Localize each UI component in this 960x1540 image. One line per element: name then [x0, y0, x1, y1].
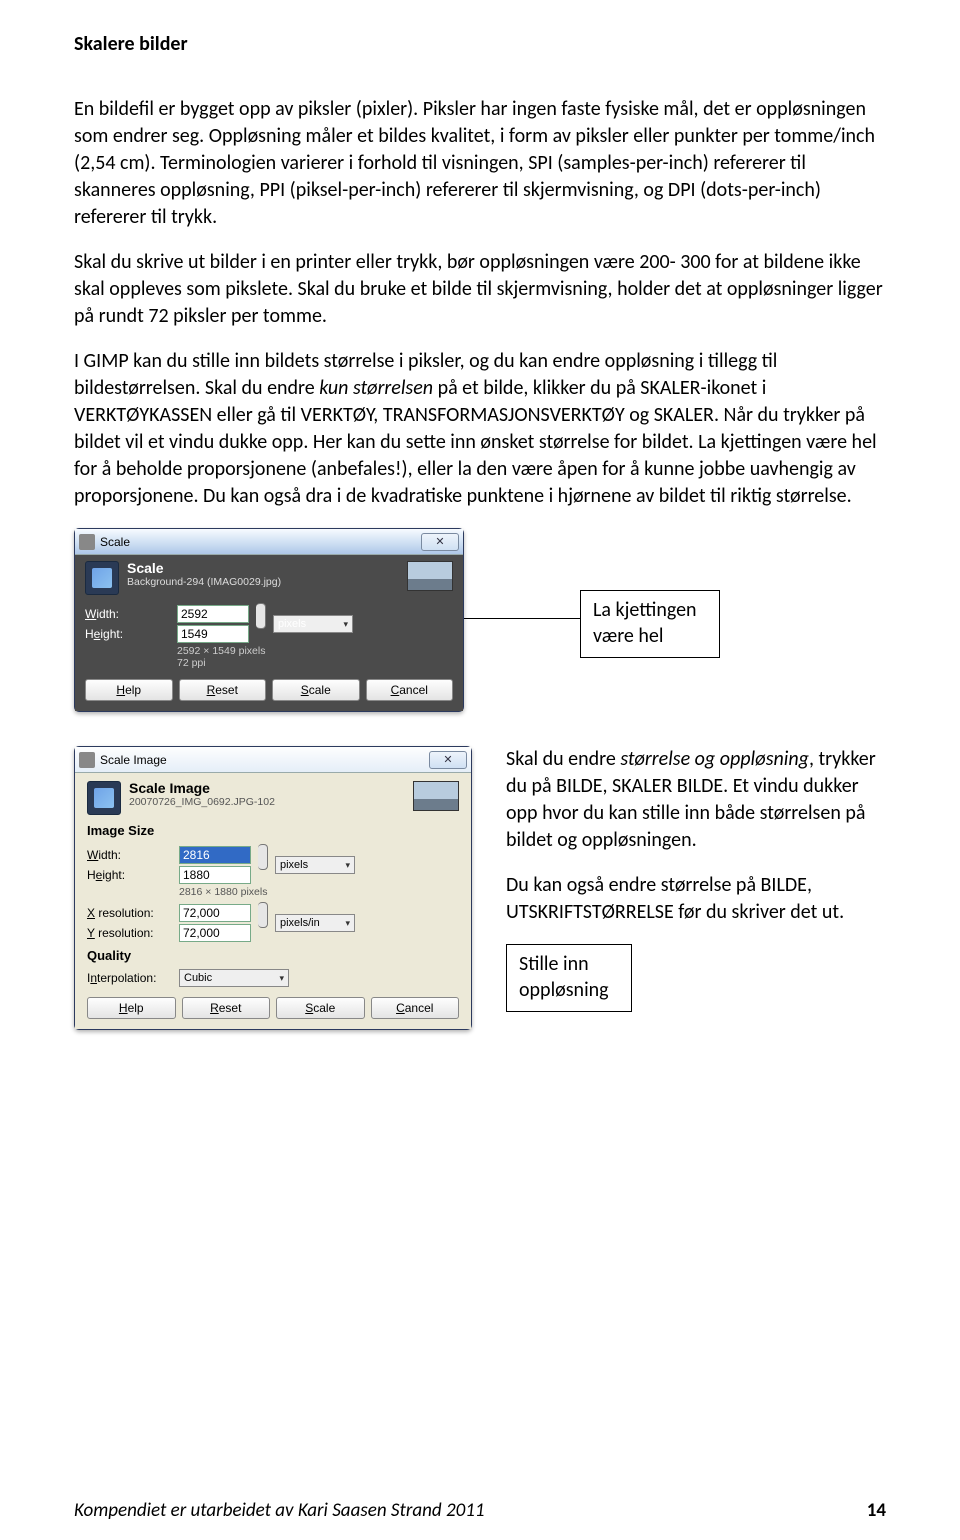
window-title: Scale Image	[100, 753, 429, 767]
window-title: Scale	[100, 535, 421, 549]
cancel-button[interactable]: Cancel	[366, 679, 454, 701]
titlebar: Scale Image ✕	[75, 747, 471, 773]
height-input[interactable]	[179, 866, 251, 884]
preview-thumbnail	[413, 781, 459, 811]
paragraph-1: En bildefil er bygget opp av piksler (pi…	[74, 96, 886, 231]
page-heading: Skalere bilder	[74, 32, 886, 56]
help-button[interactable]: Help	[85, 679, 173, 701]
scale-button[interactable]: Scale	[272, 679, 360, 701]
xres-input[interactable]	[179, 904, 251, 922]
yres-input[interactable]	[179, 924, 251, 942]
height-label: Height:	[87, 868, 173, 882]
paragraph-3: I GIMP kan du stille inn bildets størrel…	[74, 348, 886, 510]
chain-link-icon[interactable]	[255, 844, 271, 886]
text-italic: størrelse og oppløsning	[620, 747, 809, 771]
scale-image-icon	[87, 781, 121, 815]
width-label: Width:	[87, 848, 173, 862]
ppi-hint: 72 ppi	[177, 657, 453, 669]
gimp-icon	[79, 534, 95, 550]
scale-dialog: Scale ✕ Scale Background-294 (IMAG0029.j…	[74, 528, 464, 712]
page-number: 14	[867, 1499, 886, 1522]
paragraph-2: Skal du skrive ut bilder i en printer el…	[74, 249, 886, 330]
res-unit-select[interactable]: pixels/in	[275, 914, 355, 932]
section-subtitle: 20070726_IMG_0692.JPG-102	[129, 796, 275, 808]
figure-row-1: Scale ✕ Scale Background-294 (IMAG0029.j…	[74, 528, 886, 712]
unit-select[interactable]: pixels	[273, 615, 353, 633]
reset-button[interactable]: Reset	[179, 679, 267, 701]
dialog-body: Scale Image 20070726_IMG_0692.JPG-102 Im…	[75, 773, 471, 1029]
text-fragment: Skal du endre	[506, 747, 620, 771]
paragraph-4: Skal du endre størrelse og oppløsning, t…	[506, 746, 886, 854]
paragraph-5: Du kan også endre størrelse på BILDE, UT…	[506, 872, 886, 926]
image-size-group: Image Size	[87, 823, 459, 838]
chain-link-icon[interactable]	[255, 902, 271, 944]
xres-label: X resolution:	[87, 906, 173, 920]
preview-thumbnail	[407, 561, 453, 591]
height-label: Height:	[85, 627, 171, 641]
width-input[interactable]	[177, 605, 249, 623]
height-input[interactable]	[177, 625, 249, 643]
figure-row-2: Scale Image ✕ Scale Image 20070726_IMG_0…	[74, 746, 886, 1030]
scale-image-dialog: Scale Image ✕ Scale Image 20070726_IMG_0…	[74, 746, 472, 1030]
interpolation-label: Interpolation:	[87, 971, 173, 985]
quality-group: Quality	[87, 948, 459, 963]
page-footer: Kompendiet er utarbeidet av Kari Saasen …	[74, 1499, 886, 1522]
scale-icon	[85, 561, 119, 595]
titlebar: Scale ✕	[75, 529, 463, 555]
scale-button[interactable]: Scale	[276, 997, 365, 1019]
close-icon[interactable]: ✕	[429, 751, 467, 769]
dialog-body: Scale Background-294 (IMAG0029.jpg) Widt…	[75, 555, 463, 711]
callout-chain: La kjettingen være hel	[580, 590, 720, 658]
section-subtitle: Background-294 (IMAG0029.jpg)	[127, 576, 281, 588]
footer-text: Kompendiet er utarbeidet av Kari Saasen …	[74, 1499, 484, 1522]
cancel-button[interactable]: Cancel	[371, 997, 460, 1019]
size-hint: 2592 × 1549 pixels	[177, 645, 453, 657]
yres-label: Y resolution:	[87, 926, 173, 940]
text-italic: kun størrelsen	[319, 376, 433, 400]
interpolation-select[interactable]: Cubic	[179, 969, 289, 987]
close-icon[interactable]: ✕	[421, 533, 459, 551]
width-input[interactable]	[179, 846, 251, 864]
gimp-icon	[79, 752, 95, 768]
size-hint: 2816 × 1880 pixels	[179, 886, 459, 898]
width-label: Width:	[85, 607, 171, 621]
section-title: Scale Image	[129, 781, 275, 796]
unit-select[interactable]: pixels	[275, 856, 355, 874]
section-title: Scale	[127, 561, 281, 576]
callout-resolution: Stille inn oppløsning	[506, 944, 632, 1012]
help-button[interactable]: Help	[87, 997, 176, 1019]
reset-button[interactable]: Reset	[182, 997, 271, 1019]
chain-link-icon[interactable]	[253, 603, 269, 645]
connector-line	[464, 618, 580, 619]
